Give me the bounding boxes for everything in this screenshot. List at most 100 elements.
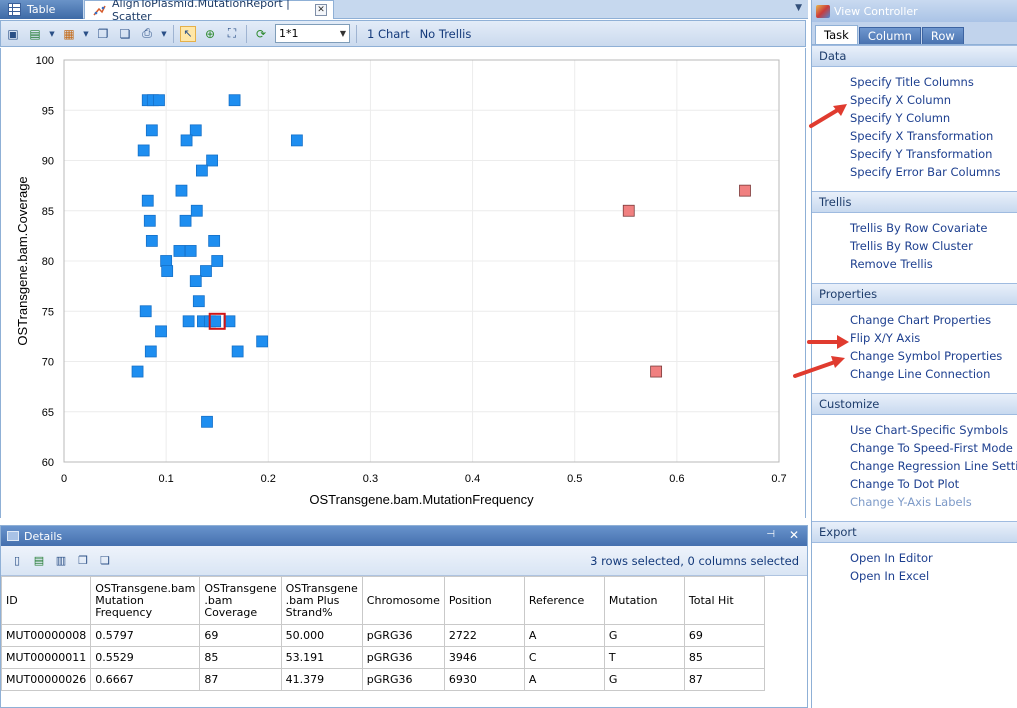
document-icon[interactable]: ▯ [9,553,25,569]
layout-combo[interactable]: 1*1 ▼ [275,24,350,43]
table-cell[interactable]: A [523,668,605,691]
export-image-icon[interactable]: ▦ [61,26,77,42]
task-specify-title-columns[interactable]: Specify Title Columns [850,73,1017,91]
data-point[interactable] [141,194,154,207]
table-cell[interactable]: pGRG36 [361,668,445,691]
data-point[interactable] [179,214,192,227]
table-cell[interactable]: T [603,646,685,669]
section-header[interactable]: Properties [812,283,1017,305]
tab-list-dropdown-icon[interactable]: ▼ [795,3,802,13]
dropdown-icon[interactable]: ▼ [83,26,89,42]
column-header[interactable]: Total Hit [683,576,765,625]
copy-icon[interactable]: ❐ [95,26,111,42]
table-cell[interactable]: 2722 [443,624,525,647]
table-cell[interactable]: MUT00000011 [0,646,92,669]
table-cell[interactable]: 85 [683,646,765,669]
task-remove-trellis[interactable]: Remove Trellis [850,255,1017,273]
export-excel-icon[interactable]: ▤ [31,553,47,569]
data-point[interactable] [231,345,244,358]
table-cell[interactable]: 53.191 [280,646,363,669]
fit-to-window-icon[interactable]: ⛶ [224,26,240,42]
tab-task[interactable]: Task [815,25,858,44]
table-cell[interactable]: 0.5797 [90,624,201,647]
pin-icon[interactable]: ⊣ [766,529,775,540]
chart-settings-icon[interactable]: ▣ [5,26,21,42]
table-cell[interactable]: pGRG36 [361,624,445,647]
data-point[interactable] [201,415,213,428]
table-cell[interactable]: 3946 [443,646,525,669]
table-cell[interactable]: 41.379 [280,668,363,691]
data-point[interactable] [200,265,212,277]
task-trellis-by-row-cluster[interactable]: Trellis By Row Cluster [850,237,1017,255]
export-excel-icon[interactable]: ▤ [27,26,43,42]
data-point[interactable] [208,234,221,247]
data-point[interactable] [137,144,150,157]
copy-all-icon[interactable]: ❏ [117,26,133,42]
scatter-chart[interactable]: 0 0.1 0.2 0.3 0.4 0.5 0.6 0.7 60 65 70 75 80 85 90 95 10… [1,48,806,518]
column-header[interactable]: OSTransgene .bam Plus Strand% [280,576,363,625]
close-details-button[interactable]: ✕ [789,528,799,542]
table-cell[interactable]: MUT00000008 [0,624,92,647]
section-header[interactable]: Data [812,45,1017,67]
data-point[interactable] [161,265,174,277]
column-header[interactable]: Reference [523,576,605,625]
column-header[interactable]: Position [443,576,525,625]
copy-icon[interactable]: ❐ [75,553,91,569]
task-change-chart-properties[interactable]: Change Chart Properties [850,311,1017,329]
chart-count-label[interactable]: 1 Chart [363,27,410,41]
task-specify-x-column[interactable]: Specify X Column [850,91,1017,109]
task-open-in-excel[interactable]: Open In Excel [850,567,1017,585]
save-icon[interactable]: ▥ [53,553,69,569]
section-header[interactable]: Trellis [812,191,1017,213]
data-point[interactable] [256,335,269,348]
task-trellis-by-row-covariate[interactable]: Trellis By Row Covariate [850,219,1017,237]
data-point[interactable] [290,134,303,147]
tab-column[interactable]: Column [858,27,921,44]
task-specify-x-transformation[interactable]: Specify X Transformation [850,127,1017,145]
table-cell[interactable]: C [523,646,605,669]
data-point[interactable] [155,325,167,338]
table-cell[interactable]: 87 [199,668,282,691]
column-header[interactable]: OSTransgene.bam Mutation Frequency [90,576,201,625]
data-point[interactable] [175,184,188,197]
tab-scatter[interactable]: AlignToPlasmid.MutationReport | Scatter … [84,0,334,23]
column-header[interactable]: Mutation [603,576,685,625]
table-cell[interactable]: G [603,624,685,647]
tab-table[interactable]: Table [0,0,83,19]
section-header[interactable]: Export [812,521,1017,543]
data-point[interactable] [195,164,208,177]
table-cell[interactable]: 50.000 [280,624,363,647]
dropdown-icon[interactable]: ▼ [161,26,167,42]
data-point[interactable] [144,345,157,358]
table-cell[interactable]: A [523,624,605,647]
task-change-line-connection[interactable]: Change Line Connection [850,365,1017,383]
data-point[interactable] [160,255,173,267]
column-header[interactable]: OSTransgene .bam Coverage [199,576,282,625]
table-cell[interactable]: 69 [683,624,765,647]
table-cell[interactable]: 6930 [443,668,525,691]
task-specify-error-bar-columns[interactable]: Specify Error Bar Columns [850,163,1017,181]
table-cell[interactable]: G [603,668,685,691]
column-header[interactable]: Chromosome [361,576,445,625]
refresh-icon[interactable]: ⟳ [253,26,269,42]
copy-all-icon[interactable]: ❏ [97,553,113,569]
selected-data-point[interactable] [739,184,751,197]
task-change-to-dot-plot[interactable]: Change To Dot Plot [850,475,1017,493]
data-point[interactable] [131,365,144,378]
trellis-label[interactable]: No Trellis [416,27,472,41]
table-cell[interactable]: pGRG36 [361,646,445,669]
data-point[interactable] [189,275,202,288]
tab-row[interactable]: Row [921,27,964,44]
selected-data-point[interactable] [650,365,663,378]
task-open-in-editor[interactable]: Open In Editor [850,549,1017,567]
data-point[interactable] [189,124,202,137]
close-tab-button[interactable]: ✕ [315,4,327,16]
table-cell[interactable]: MUT00000026 [0,668,92,691]
data-point[interactable] [139,305,152,318]
table-row[interactable]: MUT00000026 0.6667 87 41.379 pGRG36 6930… [0,668,765,691]
column-header[interactable]: ID [0,576,92,625]
data-point[interactable] [211,255,224,267]
task-specify-y-column[interactable]: Specify Y Column [850,109,1017,127]
data-point[interactable] [190,204,203,217]
dropdown-icon[interactable]: ▼ [49,26,55,42]
